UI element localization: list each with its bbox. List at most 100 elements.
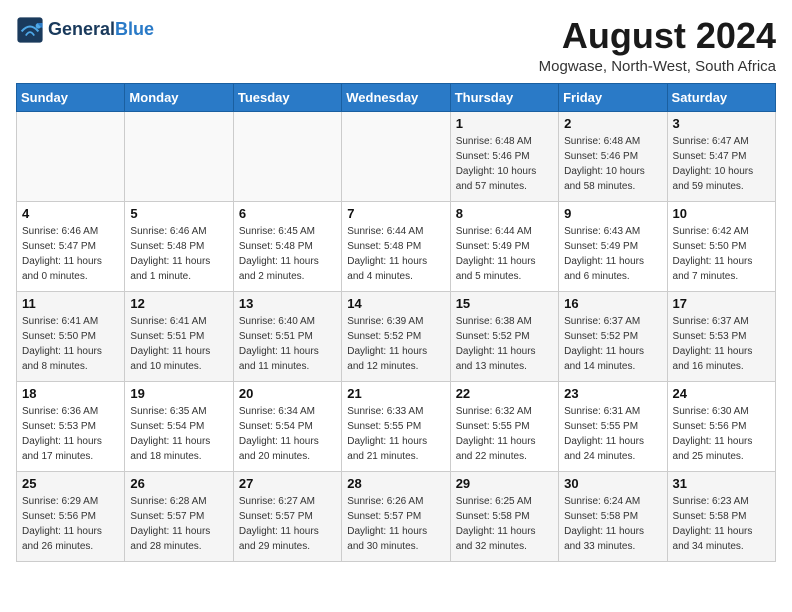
cell-info: Sunrise: 6:40 AMSunset: 5:51 PMDaylight:…: [239, 314, 336, 374]
cell-date: 10: [673, 206, 770, 221]
calendar-cell: 3Sunrise: 6:47 AMSunset: 5:47 PMDaylight…: [667, 111, 775, 201]
cell-date: 23: [564, 386, 661, 401]
calendar-cell: 27 Sunrise: 6:27 AMSunset: 5:57 PMDayligh…: [233, 471, 341, 561]
calendar-cell: 10 Sunrise: 6:42 AMSunset: 5:50 PMDayligh…: [667, 201, 775, 291]
cell-date: 9: [564, 206, 661, 221]
cell-info: Sunrise: 6:41 AMSunset: 5:51 PMDaylight:…: [130, 314, 227, 374]
cell-info: Sunrise: 6:25 AMSunset: 5:58 PMDaylight:…: [456, 494, 553, 554]
calendar-cell: [233, 111, 341, 201]
calendar-cell: 18 Sunrise: 6:36 AMSunset: 5:53 PMDayligh…: [17, 381, 125, 471]
cell-info: Sunrise: 6:48 AMSunset: 5:46 PMDaylight:…: [564, 134, 661, 194]
cell-date: 4: [22, 206, 119, 221]
calendar-cell: 23 Sunrise: 6:31 AMSunset: 5:55 PMDayligh…: [559, 381, 667, 471]
logo-line1: GeneralBlue: [48, 20, 154, 40]
cell-date: 30: [564, 476, 661, 491]
cell-date: 8: [456, 206, 553, 221]
cell-info: Sunrise: 6:34 AMSunset: 5:54 PMDaylight:…: [239, 404, 336, 464]
calendar-cell: 25Sunrise: 6:29 AMSunset: 5:56 PMDayligh…: [17, 471, 125, 561]
calendar-cell: 14 Sunrise: 6:39 AMSunset: 5:52 PMDayligh…: [342, 291, 450, 381]
cell-info: Sunrise: 6:36 AMSunset: 5:53 PMDaylight:…: [22, 404, 119, 464]
cell-info: Sunrise: 6:30 AMSunset: 5:56 PMDaylight:…: [673, 404, 770, 464]
calendar-cell: 31 Sunrise: 6:23 AMSunset: 5:58 PMDayligh…: [667, 471, 775, 561]
cell-info: Sunrise: 6:38 AMSunset: 5:52 PMDaylight:…: [456, 314, 553, 374]
cell-info: Sunrise: 6:37 AMSunset: 5:52 PMDaylight:…: [564, 314, 661, 374]
cell-info: Sunrise: 6:32 AMSunset: 5:55 PMDaylight:…: [456, 404, 553, 464]
cell-info: Sunrise: 6:41 AMSunset: 5:50 PMDaylight:…: [22, 314, 119, 374]
cell-date: 17: [673, 296, 770, 311]
cell-date: 16: [564, 296, 661, 311]
header-monday: Monday: [125, 83, 233, 111]
calendar-table: SundayMondayTuesdayWednesdayThursdayFrid…: [16, 83, 776, 562]
cell-info: Sunrise: 6:23 AMSunset: 5:58 PMDaylight:…: [673, 494, 770, 554]
calendar-cell: 11 Sunrise: 6:41 AMSunset: 5:50 PMDayligh…: [17, 291, 125, 381]
cell-date: 26: [130, 476, 227, 491]
cell-info: Sunrise: 6:39 AMSunset: 5:52 PMDaylight:…: [347, 314, 444, 374]
calendar-week-2: 4 Sunrise: 6:46 AMSunset: 5:47 PMDaylight…: [17, 201, 776, 291]
cell-info: Sunrise: 6:31 AMSunset: 5:55 PMDaylight:…: [564, 404, 661, 464]
cell-date: 21: [347, 386, 444, 401]
calendar-cell: [125, 111, 233, 201]
cell-info: Sunrise: 6:44 AMSunset: 5:48 PMDaylight:…: [347, 224, 444, 284]
calendar-cell: 1Sunrise: 6:48 AMSunset: 5:46 PMDaylight…: [450, 111, 558, 201]
location: Mogwase, North-West, South Africa: [539, 58, 776, 75]
calendar-cell: 6 Sunrise: 6:45 AMSunset: 5:48 PMDaylight…: [233, 201, 341, 291]
cell-date: 12: [130, 296, 227, 311]
calendar-cell: [342, 111, 450, 201]
cell-info: Sunrise: 6:46 AMSunset: 5:47 PMDaylight:…: [22, 224, 119, 284]
cell-info: Sunrise: 6:43 AMSunset: 5:49 PMDaylight:…: [564, 224, 661, 284]
calendar-week-5: 25Sunrise: 6:29 AMSunset: 5:56 PMDayligh…: [17, 471, 776, 561]
calendar-cell: 24 Sunrise: 6:30 AMSunset: 5:56 PMDayligh…: [667, 381, 775, 471]
cell-info: Sunrise: 6:35 AMSunset: 5:54 PMDaylight:…: [130, 404, 227, 464]
calendar-body: 1 Sunrise: 6:48 AMSunset: 5:46 PMDaylight…: [17, 111, 776, 561]
logo-icon: [16, 16, 44, 44]
cell-date: 22: [456, 386, 553, 401]
header-thursday: Thursday: [450, 83, 558, 111]
cell-date: 18: [22, 386, 119, 401]
cell-date: 20: [239, 386, 336, 401]
cell-date: 1: [456, 116, 553, 131]
header-sunday: Sunday: [17, 83, 125, 111]
calendar-cell: 16 Sunrise: 6:37 AMSunset: 5:52 PMDayligh…: [559, 291, 667, 381]
cell-info: Sunrise: 6:28 AMSunset: 5:57 PMDaylight:…: [130, 494, 227, 554]
calendar-header-row: SundayMondayTuesdayWednesdayThursdayFrid…: [17, 83, 776, 111]
header-tuesday: Tuesday: [233, 83, 341, 111]
calendar-cell: 20 Sunrise: 6:34 AMSunset: 5:54 PMDayligh…: [233, 381, 341, 471]
cell-date: 5: [130, 206, 227, 221]
cell-date: 14: [347, 296, 444, 311]
calendar-cell: 17 Sunrise: 6:37 AMSunset: 5:53 PMDayligh…: [667, 291, 775, 381]
header-saturday: Saturday: [667, 83, 775, 111]
cell-date: 15: [456, 296, 553, 311]
logo-text: GeneralBlue: [48, 20, 154, 40]
calendar-cell: 7 Sunrise: 6:44 AMSunset: 5:48 PMDaylight…: [342, 201, 450, 291]
cell-info: Sunrise: 6:27 AMSunset: 5:57 PMDaylight:…: [239, 494, 336, 554]
cell-date: 6: [239, 206, 336, 221]
calendar-cell: 2 Sunrise: 6:48 AMSunset: 5:46 PMDaylight…: [559, 111, 667, 201]
month-title: August 2024: [539, 16, 776, 56]
calendar-cell: 21Sunrise: 6:33 AMSunset: 5:55 PMDayligh…: [342, 381, 450, 471]
cell-date: 11: [22, 296, 119, 311]
cell-info: Sunrise: 6:45 AMSunset: 5:48 PMDaylight:…: [239, 224, 336, 284]
cell-date: 24: [673, 386, 770, 401]
cell-info: Sunrise: 6:42 AMSunset: 5:50 PMDaylight:…: [673, 224, 770, 284]
header-friday: Friday: [559, 83, 667, 111]
calendar-cell: 30Sunrise: 6:24 AMSunset: 5:58 PMDayligh…: [559, 471, 667, 561]
page-header: GeneralBlue August 2024 Mogwase, North-W…: [16, 16, 776, 75]
calendar-cell: [17, 111, 125, 201]
cell-date: 7: [347, 206, 444, 221]
calendar-cell: 22 Sunrise: 6:32 AMSunset: 5:55 PMDayligh…: [450, 381, 558, 471]
cell-info: Sunrise: 6:44 AMSunset: 5:49 PMDaylight:…: [456, 224, 553, 284]
cell-info: Sunrise: 6:26 AMSunset: 5:57 PMDaylight:…: [347, 494, 444, 554]
cell-info: Sunrise: 6:37 AMSunset: 5:53 PMDaylight:…: [673, 314, 770, 374]
calendar-cell: 28Sunrise: 6:26 AMSunset: 5:57 PMDayligh…: [342, 471, 450, 561]
calendar-week-4: 18 Sunrise: 6:36 AMSunset: 5:53 PMDayligh…: [17, 381, 776, 471]
cell-info: Sunrise: 6:29 AMSunset: 5:56 PMDaylight:…: [22, 494, 119, 554]
calendar-cell: 9 Sunrise: 6:43 AMSunset: 5:49 PMDaylight…: [559, 201, 667, 291]
calendar-week-1: 1 Sunrise: 6:48 AMSunset: 5:46 PMDaylight…: [17, 111, 776, 201]
cell-date: 2: [564, 116, 661, 131]
logo: GeneralBlue: [16, 16, 154, 44]
logo-line2: Blue: [115, 19, 154, 39]
calendar-cell: 5Sunrise: 6:46 AMSunset: 5:48 PMDaylight…: [125, 201, 233, 291]
cell-date: 27: [239, 476, 336, 491]
calendar-cell: 26 Sunrise: 6:28 AMSunset: 5:57 PMDayligh…: [125, 471, 233, 561]
cell-date: 31: [673, 476, 770, 491]
